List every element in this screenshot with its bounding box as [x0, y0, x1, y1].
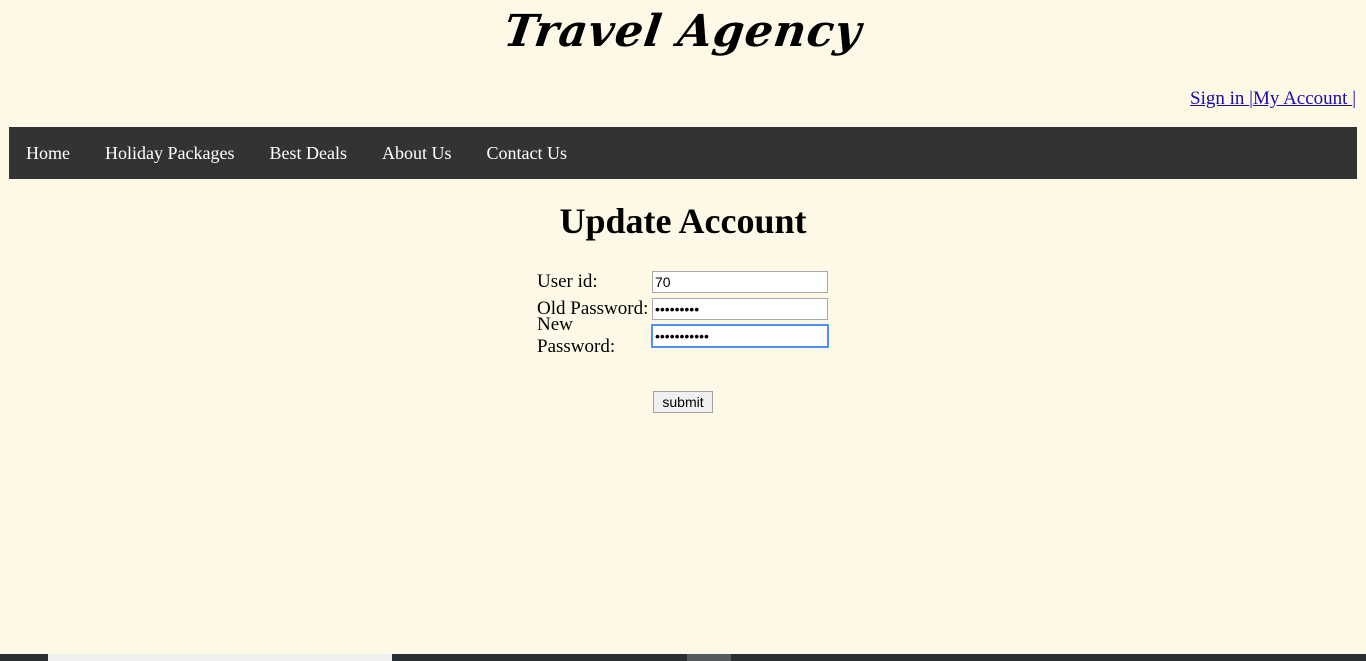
main-navbar: Home Holiday Packages Best Deals About U… — [9, 127, 1357, 179]
old-password-input[interactable] — [652, 297, 828, 320]
nav-item-home[interactable]: Home — [26, 143, 70, 164]
taskbar-search-box[interactable] — [48, 654, 392, 661]
update-account-form: User id: Old Password: New Password: — [537, 268, 829, 357]
nav-item-best-deals[interactable]: Best Deals — [269, 143, 346, 164]
new-password-input[interactable] — [651, 323, 829, 348]
nav-item-about-us[interactable]: About Us — [382, 143, 452, 164]
site-title: Travel Agency — [500, 6, 866, 57]
os-taskbar — [0, 654, 1366, 661]
page-title: Update Account — [559, 201, 807, 241]
new-password-label: New Password: — [537, 313, 616, 357]
nav-item-contact-us[interactable]: Contact Us — [486, 143, 567, 164]
nav-item-holiday-packages[interactable]: Holiday Packages — [105, 143, 234, 164]
link-separator: | — [1352, 88, 1356, 109]
form-row-new-password: New Password: — [537, 314, 829, 357]
user-id-input[interactable] — [652, 270, 828, 293]
taskbar-app-item[interactable] — [687, 654, 731, 661]
user-id-label: User id: — [537, 270, 598, 292]
form-row-user-id: User id: — [537, 268, 828, 295]
submit-button[interactable]: submit — [653, 391, 713, 413]
my-account-link[interactable]: My Account — [1253, 88, 1352, 109]
account-links: Sign in |My Account | — [1190, 88, 1356, 110]
sign-in-link[interactable]: Sign in — [1190, 88, 1249, 109]
page: Travel Agency Sign in |My Account | Home… — [0, 0, 1366, 661]
